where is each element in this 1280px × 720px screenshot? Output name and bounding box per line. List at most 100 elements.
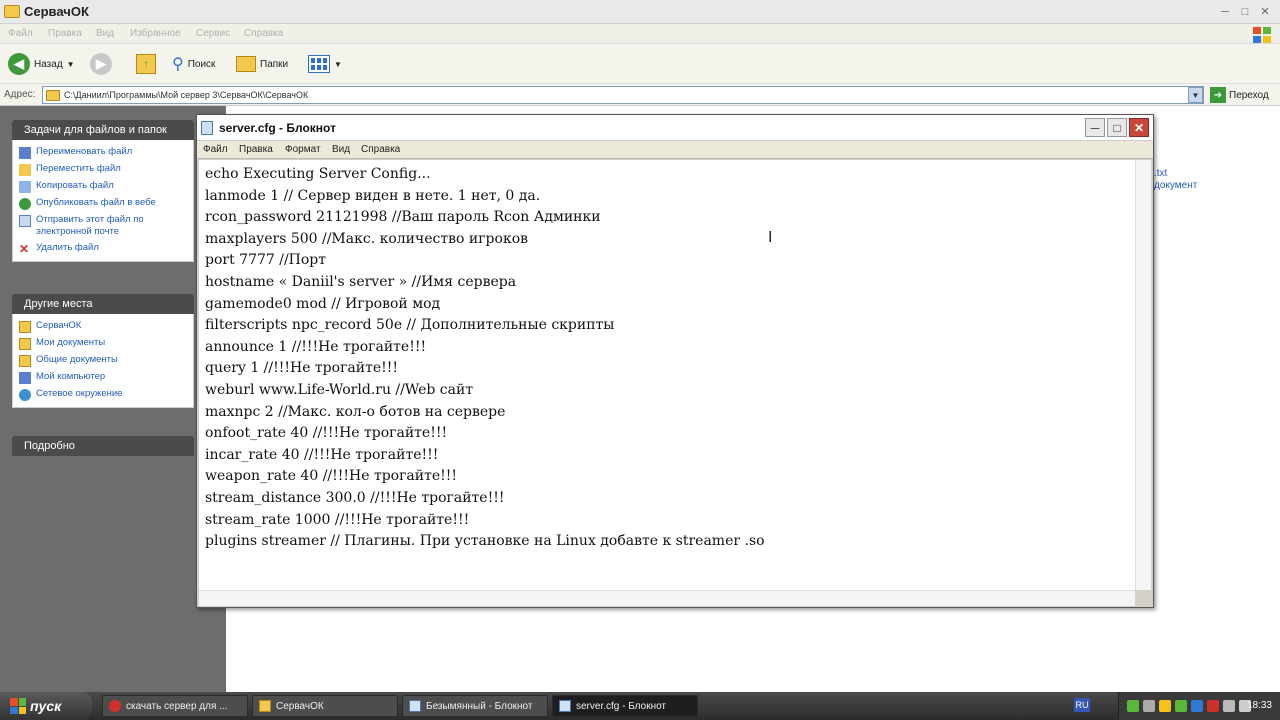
copy-icon	[19, 181, 31, 193]
text-line: weburl www.Life-World.ru //Web сайт	[205, 381, 474, 398]
tray-icon[interactable]	[1127, 700, 1139, 712]
menu-edit[interactable]: Правка	[48, 28, 82, 39]
address-label: Адрес:	[4, 89, 36, 100]
place-shared-documents[interactable]: Общие документы	[19, 352, 187, 369]
file-list-fragment: .txt документ	[1154, 168, 1197, 192]
task-publish[interactable]: Опубликовать файл в вебе	[19, 195, 187, 212]
start-label: пуск	[30, 698, 62, 714]
up-folder-button[interactable]: ↑	[136, 52, 156, 76]
tray-icon[interactable]	[1207, 700, 1219, 712]
tray-icon[interactable]	[1175, 700, 1187, 712]
maximize-icon[interactable]: □	[1236, 3, 1254, 20]
address-dropdown-icon[interactable]: ▼	[1188, 87, 1203, 103]
address-bar: Адрес: C:\Даниил\Программы\Мой сервер 3\…	[0, 84, 1280, 106]
text-line: weapon_rate 40 //!!!Не трогайте!!!	[205, 468, 457, 485]
menu-view[interactable]: Вид	[96, 28, 114, 39]
search-button[interactable]: ⚲ Поиск	[172, 52, 215, 76]
task-copy[interactable]: Копировать файл	[19, 178, 187, 195]
taskbar: пуск скачать сервер для ... СервачОК Без…	[0, 692, 1280, 720]
notepad-menu-view[interactable]: Вид	[332, 144, 350, 155]
text-line: announce 1 //!!!Не трогайте!!!	[205, 338, 427, 355]
taskbar-button-notepad-server-cfg[interactable]: server.cfg - Блокнот	[552, 695, 698, 717]
text-line: incar_rate 40 //!!!Не трогайте!!!	[205, 446, 439, 463]
taskbar-button-label: СервачОК	[276, 700, 324, 712]
views-icon	[308, 55, 330, 73]
place-my-documents[interactable]: Мои документы	[19, 335, 187, 352]
notepad-titlebar: server.cfg - Блокнот ─ □ ✕	[197, 115, 1153, 141]
folder-icon	[19, 355, 31, 367]
taskbar-button-explorer[interactable]: СервачОК	[252, 695, 398, 717]
back-label: Назад	[34, 58, 63, 70]
task-label: Переименовать файл	[36, 146, 133, 157]
file-name-fragment[interactable]: .txt	[1154, 168, 1197, 180]
task-email[interactable]: Отправить этот файл по электронной почте	[19, 212, 187, 240]
folders-label: Папки	[260, 58, 289, 70]
notepad-menubar: Файл Правка Формат Вид Справка	[197, 141, 1153, 159]
back-dropdown-icon[interactable]: ▼	[67, 60, 75, 69]
file-type-fragment: документ	[1154, 180, 1198, 191]
vertical-scrollbar[interactable]	[1135, 160, 1151, 590]
menu-favorites[interactable]: Избранное	[130, 28, 181, 39]
go-arrow-icon: ➜	[1210, 87, 1226, 103]
task-label: Опубликовать файл в вебе	[36, 197, 156, 208]
other-places-body: СервачОК Мои документы Общие документы М…	[12, 314, 194, 408]
delete-x-icon: ✕	[19, 242, 30, 256]
minimize-icon[interactable]: ─	[1216, 3, 1234, 20]
close-icon[interactable]: ✕	[1129, 118, 1149, 137]
close-icon[interactable]: ✕	[1256, 3, 1274, 20]
menu-file[interactable]: Файл	[8, 28, 33, 39]
task-delete[interactable]: ✕ Удалить файл	[19, 240, 187, 257]
notepad-menu-help[interactable]: Справка	[361, 144, 400, 155]
file-tasks-header[interactable]: Задачи для файлов и папок	[12, 120, 194, 140]
taskbar-button-label: Безымянный - Блокнот	[426, 700, 533, 712]
notepad-menu-file[interactable]: Файл	[203, 144, 228, 155]
place-servachok[interactable]: СервачОК	[19, 318, 187, 335]
explorer-titlebar: СервачОК ─ □ ✕	[0, 0, 1280, 24]
go-label: Переход	[1229, 89, 1269, 101]
folders-button[interactable]: Папки	[236, 52, 288, 76]
language-indicator[interactable]: RU	[1074, 698, 1090, 712]
menu-help[interactable]: Справка	[244, 28, 283, 39]
windows-flag-icon	[10, 698, 26, 714]
views-button[interactable]: ▼	[308, 52, 342, 76]
text-line: lanmode 1 // Сервер виден в нете. 1 нет,…	[205, 187, 541, 204]
forward-button[interactable]: ▶	[90, 52, 112, 76]
notepad-window-controls: ─ □ ✕	[1085, 118, 1149, 137]
task-rename[interactable]: Переименовать файл	[19, 144, 187, 161]
taskbar-button-label: скачать сервер для ...	[126, 700, 228, 712]
notepad-menu-edit[interactable]: Правка	[239, 144, 273, 155]
address-input[interactable]: C:\Даниил\Программы\Мой сервер 3\СервачО…	[42, 86, 1204, 104]
place-my-computer[interactable]: Мой компьютер	[19, 369, 187, 386]
taskbar-button-notepad-untitled[interactable]: Безымянный - Блокнот	[402, 695, 548, 717]
go-button[interactable]: ➜ Переход	[1210, 87, 1269, 103]
start-button[interactable]: пуск	[0, 692, 92, 720]
tray-icon[interactable]	[1159, 700, 1171, 712]
horizontal-scrollbar[interactable]	[199, 590, 1135, 606]
text-line: filterscripts npc_record 50e // Дополнит…	[205, 317, 615, 334]
globe-icon	[19, 198, 31, 210]
place-network[interactable]: Сетевое окружение	[19, 386, 187, 403]
computer-icon	[19, 372, 31, 384]
clock: 18:33	[1246, 700, 1272, 711]
text-line: port 7777 //Порт	[205, 252, 327, 269]
menu-tools[interactable]: Сервис	[196, 28, 230, 39]
tray-icon[interactable]	[1191, 700, 1203, 712]
task-label: Удалить файл	[36, 242, 99, 253]
maximize-icon[interactable]: □	[1107, 118, 1127, 137]
back-button[interactable]: ◀ Назад ▼	[8, 52, 75, 76]
notepad-icon	[201, 121, 213, 135]
notepad-menu-format[interactable]: Формат	[285, 144, 321, 155]
folder-icon	[46, 90, 60, 101]
file-tasks-panel: Задачи для файлов и папок Переименовать …	[12, 120, 194, 262]
text-line: echo Executing Server Config...	[205, 166, 431, 182]
tray-icon[interactable]	[1223, 700, 1235, 712]
taskbar-button-browser[interactable]: скачать сервер для ...	[102, 695, 248, 717]
forward-arrow-icon: ▶	[90, 53, 112, 75]
minimize-icon[interactable]: ─	[1085, 118, 1105, 137]
other-places-header[interactable]: Другие места	[12, 294, 194, 314]
notepad-text-area[interactable]: echo Executing Server Config... lanmode …	[199, 160, 1135, 590]
tray-icon[interactable]	[1143, 700, 1155, 712]
task-move[interactable]: Переместить файл	[19, 161, 187, 178]
other-places-panel: Другие места СервачОК Мои документы Общи…	[12, 294, 194, 408]
details-header[interactable]: Подробно	[12, 436, 194, 456]
